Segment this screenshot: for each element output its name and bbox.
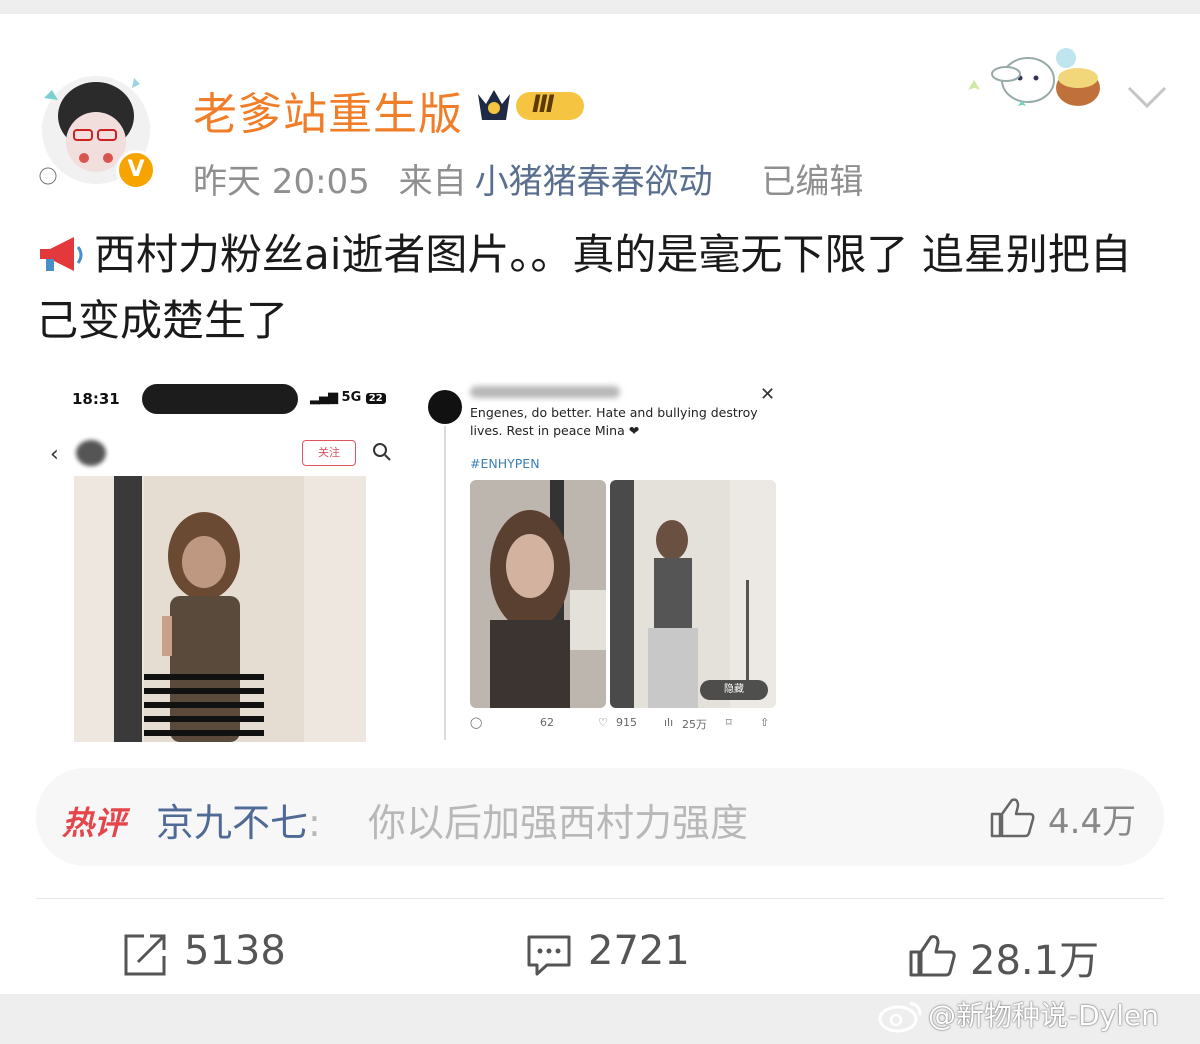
cinnamoroll-sticker-icon [968, 48, 1100, 106]
rank-badge-icon [478, 90, 584, 120]
comment-button[interactable]: 2721 [526, 928, 726, 984]
post-image-1[interactable]: 18:31 ▂▄▆ 5G 22 ‹ 关注 [36, 370, 420, 742]
like-icon [990, 798, 1035, 838]
share-icon [124, 934, 166, 976]
weibo-logo-icon [878, 1001, 922, 1033]
blurred-user-avatar [76, 440, 106, 466]
blurred-photo [74, 476, 366, 742]
views-count: 25万 [682, 718, 707, 731]
hide-chip[interactable]: 隐藏 [700, 680, 768, 700]
tweet-avatar [428, 390, 462, 424]
tweet-like-count: 915 [616, 716, 637, 729]
tweet-text: Engenes, do better. Hate and bullying de… [470, 405, 758, 438]
views-icon: ılı [664, 716, 674, 729]
username[interactable]: 老爹站重生版 [193, 78, 463, 142]
back-arrow-icon[interactable]: ‹ [50, 442, 59, 467]
verified-badge: V [116, 150, 156, 190]
upload-icon[interactable]: ⇧ [760, 716, 769, 729]
dynamic-island [142, 384, 298, 414]
tweet-photo-1 [470, 480, 606, 708]
like-count: 28.1万 [970, 938, 1100, 984]
post-text: 西村力粉丝ai逝者图片。。真的是毫无下限了 追星别把自己变成楚生了 [36, 230, 1132, 345]
hot-comment-tag: 热评 [62, 804, 127, 842]
hot-comment-user[interactable]: 京九不七: [156, 792, 321, 847]
battery-icon: 22 [365, 393, 386, 404]
watermark: @新物种说-Dylen [878, 994, 1159, 1034]
thread-line [444, 426, 446, 740]
phone-status-signal: ▂▄▆ 5G 22 [310, 390, 386, 405]
hot-comment-like-count: 4.4万 [1048, 802, 1137, 842]
post-image-2[interactable]: ✕ Engenes, do better. Hate and bullying … [428, 370, 796, 742]
bookmark-icon[interactable]: ⌑ [726, 716, 732, 729]
tweet-like-icon[interactable]: ♡ [598, 716, 608, 729]
rank-level: Ⅲ [532, 90, 555, 118]
megaphone-icon [40, 237, 83, 271]
phone-status-time: 18:31 [72, 390, 120, 408]
divider [36, 898, 1164, 899]
post-body: 西村力粉丝ai逝者图片。。真的是毫无下限了 追星别把自己变成楚生了 [36, 222, 1166, 354]
source-prefix: 来自 [398, 162, 467, 202]
reply-icon[interactable]: ◯ [470, 716, 482, 729]
share-count: 5138 [184, 928, 286, 974]
tweet-hashtag[interactable]: #ENHYPEN [470, 456, 540, 471]
like-icon [909, 935, 956, 977]
tweet-photo-2 [610, 480, 776, 708]
retweet-count[interactable]: 62 [540, 716, 554, 729]
hot-comment-like[interactable]: 4.4万 [990, 792, 1150, 842]
blurred-handle [470, 386, 620, 398]
search-icon[interactable] [372, 442, 392, 462]
post-time: 昨天 20:05 [193, 162, 370, 202]
hot-comment[interactable]: 热评 京九不七: 你以后加强西村力强度 4.4万 [36, 768, 1164, 866]
like-button[interactable]: 28.1万 [908, 928, 1128, 984]
share-button[interactable]: 5138 [122, 928, 322, 984]
follow-button[interactable]: 关注 [302, 440, 356, 466]
weibo-post-card: V 老爹站重生版 Ⅲ 昨天 20:05 来自 小猪猪春春欲动 已编辑 西村力粉丝a… [0, 14, 1200, 994]
comment-icon [527, 935, 571, 976]
comment-count: 2721 [588, 928, 690, 974]
edited-label[interactable]: 已编辑 [761, 162, 863, 202]
post-source-link[interactable]: 小猪猪春春欲动 [475, 162, 713, 202]
tweet-actions: ◯ 62 ♡ 915 ılı 25万 ⌑ ⇧ [470, 716, 780, 734]
post-meta: 昨天 20:05 来自 小猪猪春春欲动 已编辑 [193, 154, 881, 203]
x-logo-icon: ✕ [760, 384, 776, 405]
chevron-down-icon[interactable] [1126, 84, 1168, 110]
hot-comment-text: 你以后加强西村力强度 [368, 801, 749, 845]
